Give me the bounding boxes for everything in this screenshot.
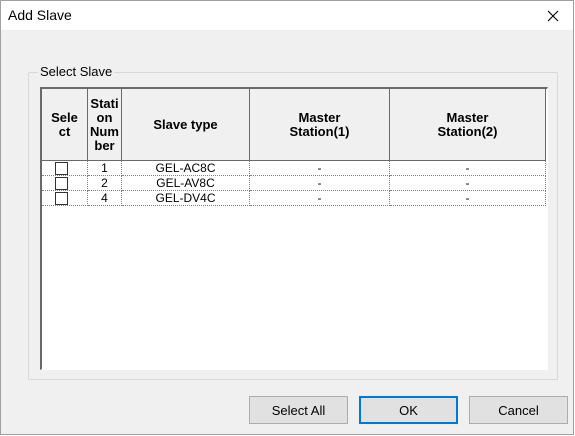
ok-button[interactable]: OK [359,396,458,424]
master-station-1-cell: - [250,161,390,176]
master-station-1-cell: - [250,176,390,191]
table-row[interactable]: 2 GEL-AV8C - - [42,176,546,191]
close-icon [547,10,559,21]
slave-type-cell: GEL-AV8C [122,176,250,191]
master-station-2-cell: - [390,191,546,206]
master-station-2-cell: - [390,161,546,176]
header-master-station-1[interactable]: Master Station(1) [250,89,390,161]
station-cell: 2 [88,176,122,191]
slave-type-cell: GEL-DV4C [122,191,250,206]
table-row[interactable]: 4 GEL-DV4C - - [42,191,546,206]
select-all-button[interactable]: Select All [249,396,348,424]
select-cell [42,161,88,176]
master-station-1-cell: - [250,191,390,206]
close-button[interactable] [533,1,573,30]
select-checkbox[interactable] [55,177,68,190]
window-title: Add Slave [8,7,72,23]
select-cell [42,176,88,191]
select-checkbox[interactable] [55,162,68,175]
slave-type-cell: GEL-AC8C [122,161,250,176]
cancel-button[interactable]: Cancel [469,396,568,424]
header-master-station-2[interactable]: Master Station(2) [390,89,546,161]
header-select[interactable]: Sele ct [42,89,88,161]
select-checkbox[interactable] [55,192,68,205]
groupbox-legend: Select Slave [38,64,115,79]
station-cell: 4 [88,191,122,206]
title-bar: Add Slave [1,1,573,30]
table-row[interactable]: 1 GEL-AC8C - - [42,161,546,176]
slave-grid[interactable]: Sele ct Stati on Num ber Slave type Mast… [40,87,548,370]
master-station-2-cell: - [390,176,546,191]
header-slave-type[interactable]: Slave type [122,89,250,161]
header-station-number[interactable]: Stati on Num ber [88,89,122,161]
station-cell: 1 [88,161,122,176]
select-cell [42,191,88,206]
